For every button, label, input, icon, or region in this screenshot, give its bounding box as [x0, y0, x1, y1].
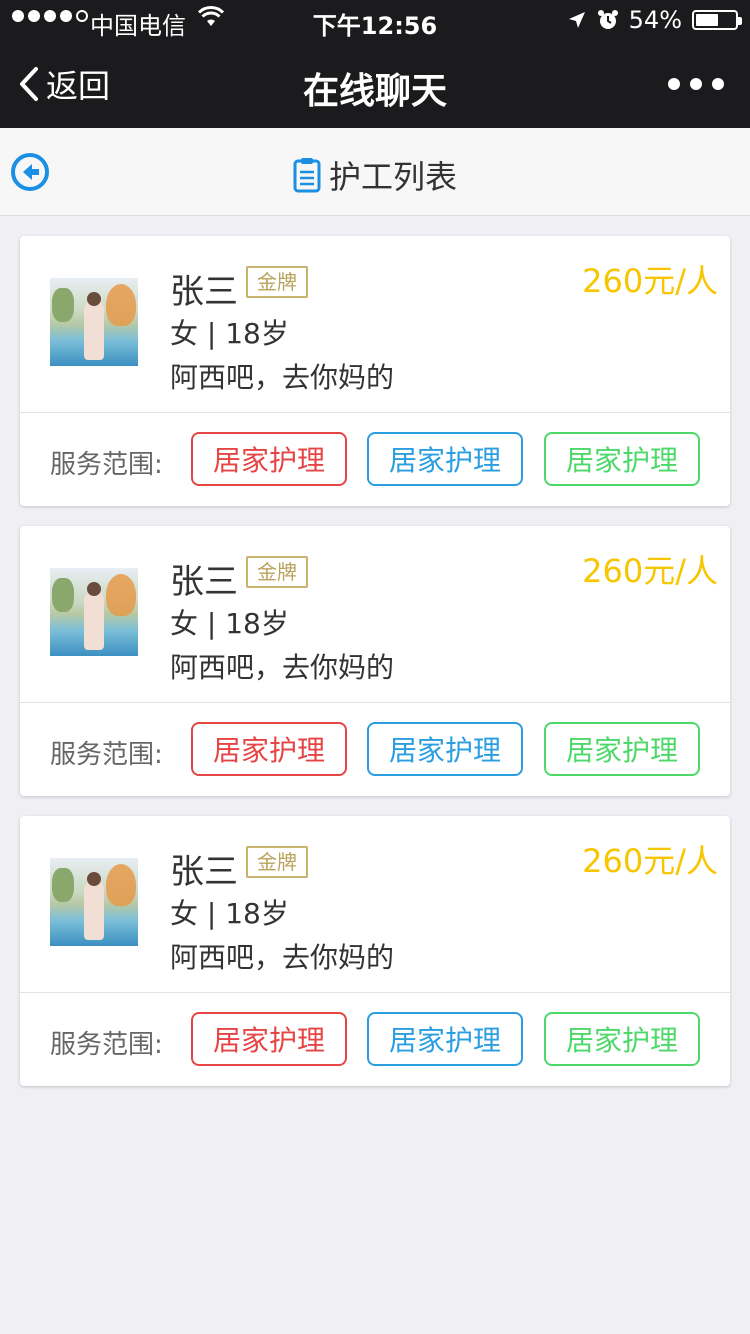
price: 260元/人 — [582, 552, 718, 590]
level-badge: 金牌 — [246, 556, 308, 588]
divider — [20, 702, 730, 703]
price: 260元/人 — [582, 262, 718, 300]
service-tag[interactable]: 居家护理 — [367, 1012, 523, 1066]
caregiver-card[interactable]: 张三 金牌 260元/人 女 | 18岁 阿西吧，去你妈的 服务范围: 居家护理… — [20, 526, 730, 796]
page-title: 在线聊天 — [302, 71, 447, 112]
price: 260元/人 — [582, 842, 718, 880]
avatar — [50, 278, 138, 366]
avatar — [50, 858, 138, 946]
description: 阿西吧，去你妈的 — [170, 941, 395, 974]
service-scope-label: 服务范围: — [50, 450, 163, 480]
gender-age: 女 | 18岁 — [170, 317, 289, 350]
service-tag[interactable]: 居家护理 — [544, 722, 700, 776]
service-tag[interactable]: 居家护理 — [191, 432, 347, 486]
level-badge: 金牌 — [246, 846, 308, 878]
caregiver-card[interactable]: 张三 金牌 260元/人 女 | 18岁 阿西吧，去你妈的 服务范围: 居家护理… — [20, 816, 730, 1086]
divider — [20, 992, 730, 993]
description: 阿西吧，去你妈的 — [170, 651, 395, 684]
level-badge: 金牌 — [246, 266, 308, 298]
section-title-text: 护工列表 — [328, 158, 457, 196]
clipboard-list-icon — [293, 158, 321, 193]
service-scope-label: 服务范围: — [50, 1030, 163, 1060]
service-tag[interactable]: 居家护理 — [544, 1012, 700, 1066]
caregiver-card[interactable]: 张三 金牌 260元/人 女 | 18岁 阿西吧，去你妈的 服务范围: 居家护理… — [20, 236, 730, 506]
nav-bar: 返回 在线聊天 — [0, 40, 750, 128]
service-tag[interactable]: 居家护理 — [191, 722, 347, 776]
service-tag[interactable]: 居家护理 — [367, 432, 523, 486]
status-right: 54% — [567, 6, 742, 34]
caregiver-name: 张三 — [170, 852, 238, 892]
gender-age: 女 | 18岁 — [170, 897, 289, 930]
alarm-clock-icon — [597, 10, 618, 29]
service-tag[interactable]: 居家护理 — [544, 432, 700, 486]
section-title: 护工列表 — [0, 152, 750, 198]
battery-icon — [692, 10, 742, 30]
caregiver-name: 张三 — [170, 272, 238, 312]
sub-header: 护工列表 — [0, 128, 750, 216]
status-bar: 中国电信 下午12:56 54% — [0, 0, 750, 40]
divider — [20, 412, 730, 413]
gender-age: 女 | 18岁 — [170, 607, 289, 640]
caregiver-name: 张三 — [170, 562, 238, 602]
battery-percent: 54% — [628, 6, 682, 34]
service-tag[interactable]: 居家护理 — [191, 1012, 347, 1066]
location-arrow-icon — [568, 12, 585, 28]
service-tag[interactable]: 居家护理 — [367, 722, 523, 776]
more-dots-icon[interactable] — [668, 78, 724, 90]
service-scope-label: 服务范围: — [50, 740, 163, 770]
avatar — [50, 568, 138, 656]
description: 阿西吧，去你妈的 — [170, 361, 395, 394]
